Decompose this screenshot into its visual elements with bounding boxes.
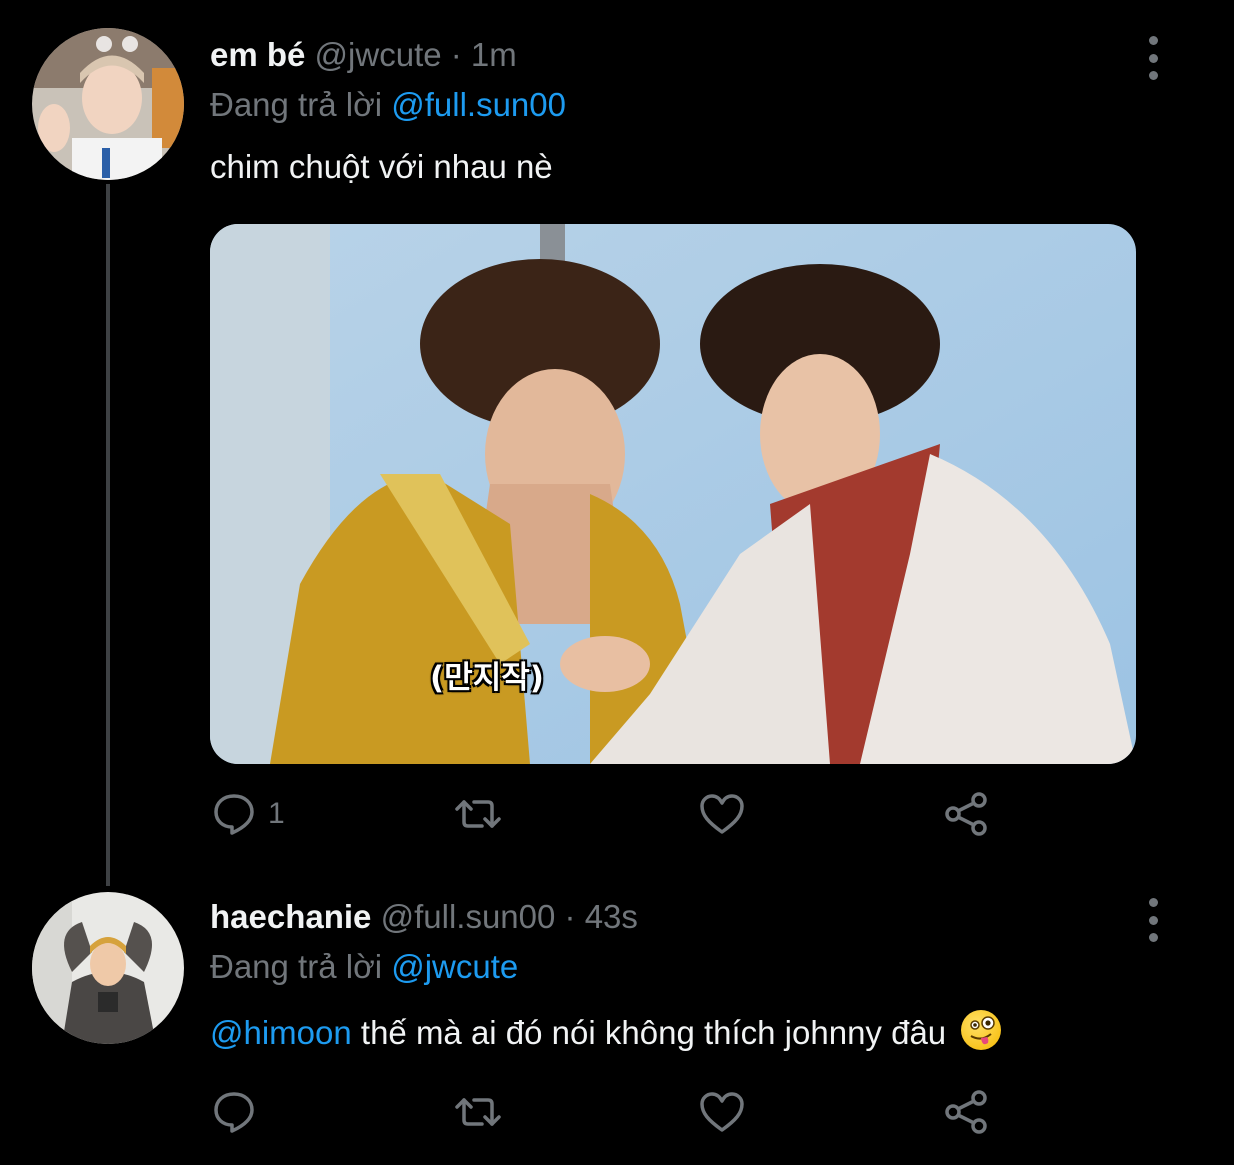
- replying-to-link[interactable]: @full.sun00: [391, 86, 566, 123]
- handle[interactable]: @jwcute: [315, 36, 442, 73]
- like-button[interactable]: [698, 1088, 746, 1136]
- mention-link[interactable]: @himoon: [210, 1014, 352, 1051]
- replying-to-link[interactable]: @jwcute: [391, 948, 518, 985]
- zany-face-emoji: [961, 1010, 1002, 1050]
- replying-prefix: Đang trả lời: [210, 86, 383, 123]
- like-button[interactable]: [698, 790, 746, 838]
- like-icon: [700, 794, 744, 834]
- retweet-icon: [455, 1098, 501, 1126]
- tweet-actions: 1: [210, 790, 1010, 840]
- retweet-icon: [455, 800, 501, 828]
- timestamp[interactable]: · 43s: [565, 898, 638, 935]
- reply-button[interactable]: 1: [210, 790, 285, 838]
- handle[interactable]: @full.sun00: [381, 898, 556, 935]
- media-caption: (만지작): [430, 660, 544, 696]
- replying-to: Đang trả lời @jwcute: [210, 948, 518, 986]
- replying-prefix: Đang trả lời: [210, 948, 383, 985]
- share-button[interactable]: [942, 790, 990, 838]
- reply-icon: [214, 794, 254, 835]
- more-options-icon[interactable]: [1140, 36, 1166, 80]
- tweet-text: @himoon thế mà ai đó nói không thích joh…: [210, 1010, 1002, 1052]
- replying-to: Đang trả lời @full.sun00: [210, 86, 566, 124]
- like-icon: [700, 1092, 744, 1132]
- reply-count: 1: [268, 797, 285, 830]
- tweet-text: chim chuột với nhau nè: [210, 148, 553, 185]
- tweet-body-text: thế mà ai đó nói không thích johnny đâu: [351, 1014, 947, 1051]
- share-icon: [945, 1090, 987, 1134]
- share-button[interactable]: [942, 1088, 990, 1136]
- avatar[interactable]: [32, 892, 184, 1044]
- tweet-header: em bé @jwcute · 1m: [210, 36, 517, 74]
- retweet-button[interactable]: [454, 1088, 502, 1136]
- display-name[interactable]: em bé: [210, 36, 305, 73]
- reply-button[interactable]: [210, 1088, 258, 1136]
- reply-icon: [214, 1092, 254, 1133]
- timestamp[interactable]: · 1m: [451, 36, 517, 73]
- retweet-button[interactable]: [454, 790, 502, 838]
- avatar[interactable]: [32, 28, 184, 180]
- share-icon: [945, 792, 987, 836]
- more-options-icon[interactable]: [1140, 898, 1166, 942]
- tweet-media-image[interactable]: (만지작): [210, 224, 1136, 764]
- tweet-header: haechanie @full.sun00 · 43s: [210, 898, 638, 936]
- thread-connector-line: [106, 184, 110, 886]
- display-name[interactable]: haechanie: [210, 898, 371, 935]
- tweet-actions: [210, 1088, 1010, 1138]
